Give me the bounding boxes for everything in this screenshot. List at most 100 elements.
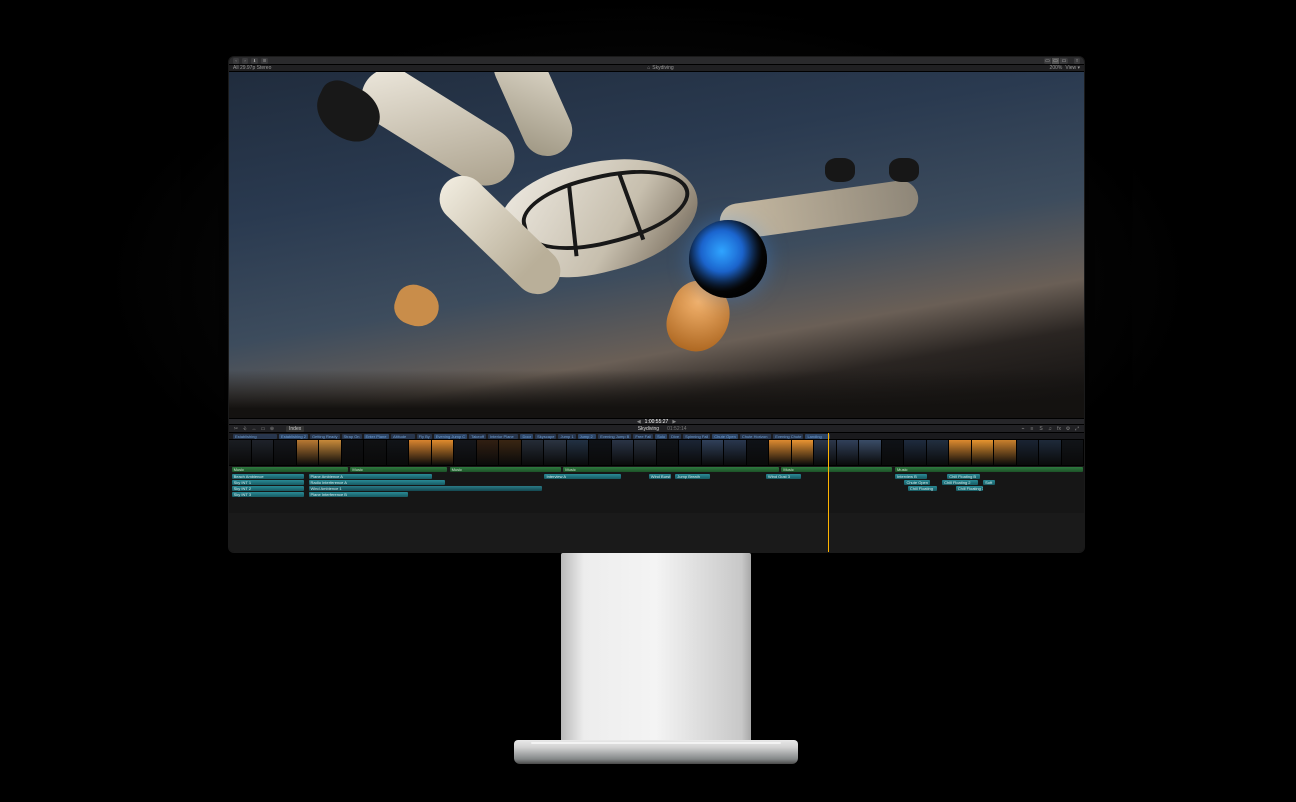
filmstrip-thumb[interactable] (994, 440, 1017, 465)
angle-clip[interactable]: Dive (669, 434, 681, 439)
angle-clip[interactable]: Jump 1 (558, 434, 575, 439)
audio-clip[interactable]: Chill Floating B (947, 474, 979, 479)
filmstrip-thumb[interactable] (387, 440, 410, 465)
layout-seg-a[interactable]: ▭ (1044, 58, 1052, 64)
trim-tool-icon[interactable]: ✂ (233, 426, 239, 432)
angle-clip[interactable]: Enter Plane (364, 434, 389, 439)
music-clip[interactable]: Music (895, 467, 1083, 472)
audio-icon[interactable]: ♫ (1047, 426, 1053, 432)
skim-icon[interactable]: ≡ (1029, 426, 1035, 432)
audio-clip[interactable]: Sky INT 1 (232, 480, 305, 485)
audio-clip[interactable]: Soft (983, 480, 995, 485)
angle-clip[interactable]: Takeoff (469, 434, 486, 439)
angle-clip[interactable]: Chute Open (712, 434, 738, 439)
audio-clip[interactable]: Plane Interference B (309, 492, 408, 497)
angle-clip[interactable]: Strap On (342, 434, 362, 439)
import-button[interactable]: ⬇ (251, 58, 258, 64)
audio-clip[interactable]: Wind Burst 1 (649, 474, 671, 479)
audio-clip[interactable]: Chute Open (904, 480, 930, 485)
timeline[interactable]: EstablishingEstablishing 2Getting ReadyS… (229, 433, 1084, 552)
filmstrip-thumb[interactable] (432, 440, 455, 465)
timecode-value[interactable]: 1:00:55:27 (645, 419, 669, 425)
filmstrip-thumb[interactable] (679, 440, 702, 465)
angle-clip[interactable]: Solo (655, 434, 667, 439)
audio-clip[interactable]: Beach Ambience (232, 474, 305, 479)
fullscreen-icon[interactable]: ⤢ (1074, 426, 1080, 432)
index-button[interactable]: Index (286, 426, 304, 432)
filmstrip-thumb[interactable] (612, 440, 635, 465)
music-clip[interactable]: Music (450, 467, 561, 472)
select-tool-icon[interactable]: ▭ (260, 426, 266, 432)
music-clip[interactable]: Music (232, 467, 348, 472)
filmstrip-thumb[interactable] (1062, 440, 1085, 465)
filmstrip-thumb[interactable] (567, 440, 590, 465)
filmstrip-thumb[interactable] (634, 440, 657, 465)
angle-clip[interactable]: Chute Horizon (740, 434, 771, 439)
angle-clip[interactable]: Altitude (391, 434, 415, 439)
filmstrip-thumb[interactable] (477, 440, 500, 465)
filmstrip-thumb[interactable] (522, 440, 545, 465)
nav-back-button[interactable]: ‹ (233, 58, 239, 64)
layout-seg-b[interactable]: ▭ (1052, 58, 1060, 64)
filmstrip-thumb[interactable] (904, 440, 927, 465)
filmstrip-thumb[interactable] (769, 440, 792, 465)
filmstrip-thumb[interactable] (252, 440, 275, 465)
angle-clip[interactable]: Getting Ready (310, 434, 340, 439)
angle-strip[interactable]: EstablishingEstablishing 2Getting ReadyS… (229, 433, 1084, 440)
angle-clip[interactable]: Establishing 2 (279, 434, 308, 439)
effects-icon[interactable]: fx (1056, 426, 1062, 432)
library-button[interactable]: ☰ (261, 58, 268, 64)
audio-clip[interactable]: Interview A (544, 474, 621, 479)
audio-clip[interactable]: Radio Interference A (309, 480, 446, 485)
filmstrip-thumb[interactable] (747, 440, 770, 465)
filmstrip-thumb[interactable] (229, 440, 252, 465)
filmstrip-thumb[interactable] (837, 440, 860, 465)
angle-clip[interactable]: Landing (805, 434, 830, 439)
angle-clip[interactable]: Evening Chute (773, 434, 803, 439)
filmstrip-thumb[interactable] (499, 440, 522, 465)
tools-icon[interactable]: ⚙ (1065, 426, 1071, 432)
filmstrip-thumb[interactable] (657, 440, 680, 465)
view-menu[interactable]: View ▾ (1065, 65, 1080, 71)
music-clip[interactable]: Music (563, 467, 778, 472)
audio-clip[interactable]: Wind Ambience 1 (309, 486, 542, 491)
filmstrip-thumb[interactable] (882, 440, 905, 465)
zoom-tool-icon[interactable]: ⊕ (269, 426, 275, 432)
filmstrip[interactable] (229, 440, 1084, 466)
layout-seg-c[interactable]: ▭ (1060, 58, 1068, 64)
filmstrip-thumb[interactable] (589, 440, 612, 465)
filmstrip-thumb[interactable] (949, 440, 972, 465)
filmstrip-thumb[interactable] (544, 440, 567, 465)
position-tool-icon[interactable]: ↔ (251, 426, 257, 432)
angle-clip[interactable]: Door (520, 434, 533, 439)
filmstrip-thumb[interactable] (927, 440, 950, 465)
layout-segment[interactable]: ▭ ▭ ▭ (1044, 58, 1068, 64)
angle-clip[interactable]: Spinning Fall (683, 434, 710, 439)
filmstrip-thumb[interactable] (409, 440, 432, 465)
filmstrip-thumb[interactable] (364, 440, 387, 465)
angle-clip[interactable]: Evening Jump B (598, 434, 631, 439)
filmstrip-thumb[interactable] (297, 440, 320, 465)
angle-clip[interactable]: Fly By (417, 434, 432, 439)
zoom-level[interactable]: 200% (1050, 65, 1063, 71)
music-clip[interactable]: Music (781, 467, 892, 472)
filmstrip-thumb[interactable] (1017, 440, 1040, 465)
filmstrip-thumb[interactable] (342, 440, 365, 465)
angle-clip[interactable]: Free Fall (633, 434, 653, 439)
angle-clip[interactable]: Interior Plane (488, 434, 518, 439)
filmstrip-thumb[interactable] (319, 440, 342, 465)
share-button[interactable]: ⇪ (1074, 58, 1080, 64)
filmstrip-thumb[interactable] (274, 440, 297, 465)
music-clip[interactable]: Music (350, 467, 447, 472)
tc-step-forward[interactable]: ▶ (672, 419, 676, 425)
audio-clip[interactable]: Sky INT 2 (232, 486, 305, 491)
audio-lanes[interactable]: Beach AmbienceSky INT 1Sky INT 2Sky INT … (229, 473, 1084, 513)
filmstrip-thumb[interactable] (1039, 440, 1062, 465)
angle-clip[interactable]: Evening Jump C (434, 434, 467, 439)
audio-clip[interactable]: Jump Breath (675, 474, 710, 479)
audio-clip[interactable]: Chill Floating (908, 486, 937, 491)
angle-clip[interactable]: Skyscape (535, 434, 556, 439)
viewer-canvas[interactable] (229, 72, 1084, 418)
filmstrip-thumb[interactable] (859, 440, 882, 465)
filmstrip-thumb[interactable] (814, 440, 837, 465)
